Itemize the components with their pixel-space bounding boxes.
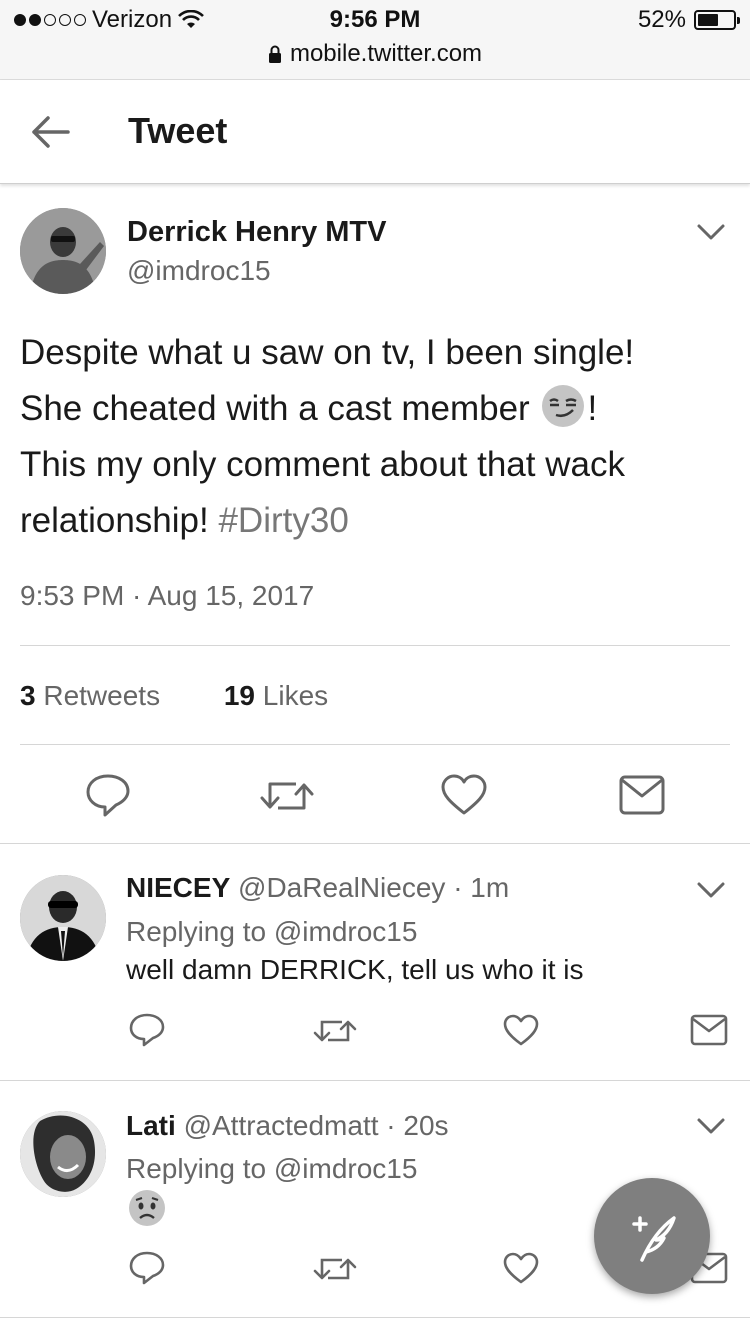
tweet-line-text: She cheated with a cast member [20,389,530,428]
tweet-line-text: relationship! [20,501,209,540]
status-bar: Verizon 9:56 PM 52% mobile.twitter.com [0,0,750,80]
author-handle[interactable]: @imdroc15 [127,255,271,287]
tweet-line: relationship! #Dirty30 [20,493,720,549]
reply-text: well damn DERRICK, tell us who it is [126,954,584,985]
profile-photo-icon [20,1111,106,1197]
battery-icon [694,10,740,30]
message-icon[interactable] [690,1014,728,1046]
retweet-icon[interactable] [258,774,316,818]
chevron-down-icon[interactable] [696,222,726,242]
reply-handle-time[interactable]: @DaRealNiecey · 1m [238,872,509,903]
reply-author-name[interactable]: NIECEY [126,872,230,903]
retweets-label: Retweets [43,680,161,711]
retweets-stat[interactable]: 3 Retweets [20,680,160,711]
tweet-timestamp: 9:53 PM · Aug 15, 2017 [20,580,315,611]
page-title: Tweet [128,110,228,151]
arrow-left-icon[interactable] [26,110,74,154]
url-text: mobile.twitter.com [289,40,483,67]
tweet-text: Despite what u saw on tv, I been single!… [20,325,720,549]
reply-handle-time[interactable]: @Attractedmatt · 20s [184,1110,449,1141]
lock-icon [268,45,281,63]
compose-tweet-icon [632,1216,676,1262]
tweet-line: She cheated with a cast member ! [20,381,720,437]
reply-icon[interactable] [128,1012,166,1048]
avatar[interactable] [20,1111,106,1197]
profile-photo-icon [20,875,106,961]
hashtag-link[interactable]: #Dirty30 [218,501,348,540]
retweet-icon[interactable] [312,1252,358,1286]
reply-header: Lati @Attractedmatt · 20s [126,1110,449,1142]
author-name[interactable]: Derrick Henry MTV [127,216,387,249]
like-icon[interactable] [502,1251,540,1285]
like-icon[interactable] [440,773,488,817]
reply-header: NIECEY @DaRealNiecey · 1m [126,872,509,904]
divider [0,1317,750,1318]
divider [0,843,750,844]
replying-to[interactable]: Replying to @imdroc15 [126,916,417,948]
divider [20,744,730,745]
page-header: Tweet [0,80,750,184]
reply-icon[interactable] [84,772,132,818]
avatar[interactable] [20,208,106,294]
compose-tweet-button[interactable] [594,1178,710,1294]
tweet-stats: 3 Retweets 19 Likes [20,680,328,712]
likes-stat[interactable]: 19 Likes [224,680,328,711]
retweets-count: 3 [20,680,36,711]
worried-face-emoji-icon [129,1190,165,1226]
likes-count: 19 [223,680,256,711]
divider [20,645,730,646]
replying-to[interactable]: Replying to @imdroc15 [126,1153,417,1185]
tweet-line: Despite what u saw on tv, I been single! [20,333,635,372]
chevron-down-icon[interactable] [696,880,726,900]
chevron-down-icon[interactable] [696,1116,726,1136]
retweet-icon[interactable] [312,1014,358,1048]
smirk-emoji-icon [542,385,585,427]
message-icon[interactable] [618,774,666,816]
battery-status: 52% [637,6,740,34]
address-bar[interactable]: mobile.twitter.com [0,40,750,68]
avatar[interactable] [20,875,106,961]
battery-percent: 52% [637,6,686,33]
divider [0,1080,750,1081]
reply-author-name[interactable]: Lati [126,1110,176,1141]
likes-label: Likes [262,680,329,711]
tweet-line: This my only comment about that wack [20,445,625,484]
profile-photo-icon [20,208,106,294]
reply-icon[interactable] [128,1250,166,1286]
tweet-line-text: ! [587,389,598,428]
like-icon[interactable] [502,1013,540,1047]
